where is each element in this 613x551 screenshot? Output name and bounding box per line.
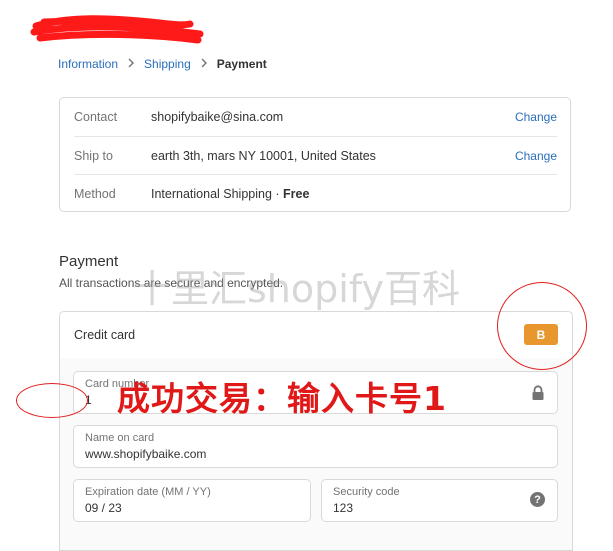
name-on-card-value: www.shopifybaike.com bbox=[85, 447, 207, 461]
annotation-circle bbox=[16, 383, 88, 418]
annotation-circle bbox=[497, 282, 587, 370]
question-mark-icon[interactable]: ? bbox=[530, 492, 545, 507]
review-row-method: Method International Shipping · Free bbox=[74, 174, 557, 213]
review-value: shopifybaike@sina.com bbox=[151, 110, 284, 124]
review-label: Contact bbox=[74, 110, 118, 124]
review-row-ship-to: Ship to earth 3th, mars NY 10001, United… bbox=[74, 136, 557, 175]
change-contact-link[interactable]: Change bbox=[515, 110, 557, 124]
method-name: International Shipping · bbox=[151, 187, 284, 201]
expiration-date-label: Expiration date (MM / YY) bbox=[85, 486, 211, 498]
chevron-right-icon bbox=[127, 57, 135, 71]
lock-icon bbox=[532, 385, 544, 400]
review-label: Method bbox=[74, 187, 116, 201]
review-label: Ship to bbox=[74, 149, 113, 163]
name-on-card-field[interactable]: Name on card www.shopifybaike.com bbox=[73, 425, 558, 468]
security-code-label: Security code bbox=[333, 486, 400, 498]
chevron-right-icon bbox=[200, 57, 208, 71]
review-row-contact: Contact shopifybaike@sina.com Change bbox=[74, 98, 557, 136]
breadcrumb: Information Shipping Payment bbox=[58, 57, 267, 71]
review-value: International Shipping · Free bbox=[151, 187, 557, 201]
name-on-card-label: Name on card bbox=[85, 432, 155, 444]
security-code-value: 123 bbox=[333, 501, 354, 515]
expiration-date-field[interactable]: Expiration date (MM / YY) 09 / 23 bbox=[73, 479, 311, 522]
breadcrumb-information[interactable]: Information bbox=[58, 57, 118, 71]
change-address-link[interactable]: Change bbox=[515, 149, 557, 163]
payment-section-title: Payment bbox=[59, 253, 119, 270]
breadcrumb-shipping[interactable]: Shipping bbox=[144, 57, 191, 71]
watermark-text: 十里汇shopify百科 bbox=[133, 267, 461, 311]
expiration-date-value: 09 / 23 bbox=[85, 501, 122, 515]
annotation-text: 成功交易：输入卡号1 bbox=[117, 379, 447, 418]
method-price: Free bbox=[283, 187, 310, 201]
credit-card-header[interactable]: Credit card bbox=[60, 312, 572, 359]
review-value: earth 3th, mars NY 10001, United States bbox=[151, 149, 376, 163]
credit-card-label: Credit card bbox=[74, 328, 136, 342]
order-review-box: Contact shopifybaike@sina.com Change Shi… bbox=[59, 97, 571, 212]
breadcrumb-payment: Payment bbox=[216, 57, 267, 71]
security-code-field[interactable]: Security code 123 ? bbox=[321, 479, 558, 522]
redaction-scribble bbox=[30, 15, 204, 44]
